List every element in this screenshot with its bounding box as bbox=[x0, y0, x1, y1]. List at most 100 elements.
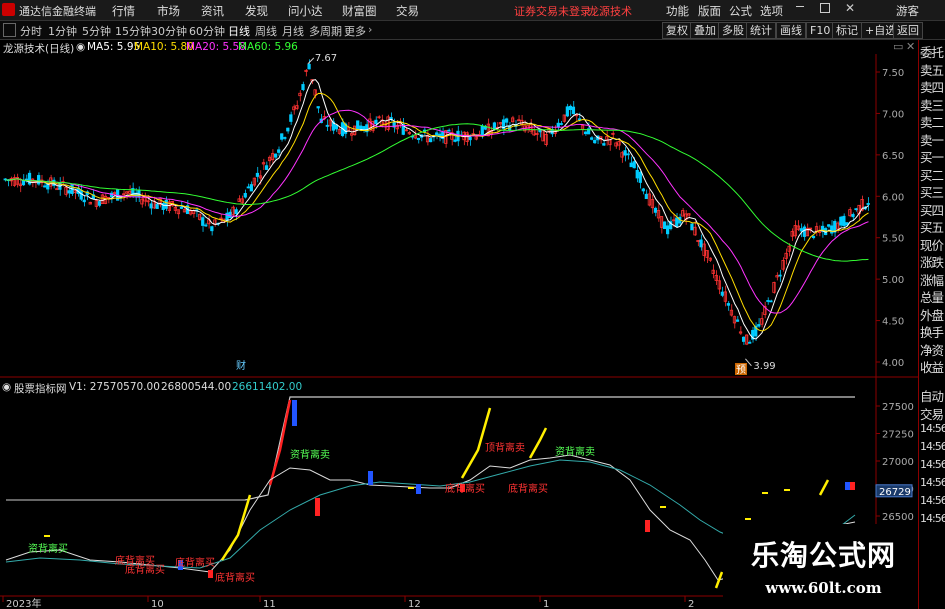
quote-field-4: 卖二 bbox=[920, 115, 944, 130]
v2-value: 26800544.00 bbox=[161, 381, 232, 393]
candle-body bbox=[583, 131, 588, 135]
adjust-button[interactable]: 复权 bbox=[662, 22, 692, 39]
chart-close-icon[interactable]: ✕ bbox=[906, 40, 915, 53]
settings-gear-icon[interactable]: ◉ bbox=[76, 41, 85, 53]
signal-bar bbox=[208, 570, 213, 578]
overlay-button[interactable]: 叠加 bbox=[690, 22, 720, 39]
quote-field-17: 净资 bbox=[920, 342, 944, 358]
menu-market[interactable]: 市场 bbox=[157, 3, 180, 19]
candle-body bbox=[374, 119, 378, 124]
stats-button[interactable]: 统计 bbox=[746, 22, 776, 39]
candle-body bbox=[204, 224, 208, 227]
menu-quotes[interactable]: 行情 bbox=[112, 3, 135, 19]
candle-body bbox=[590, 137, 594, 140]
candle-body bbox=[720, 291, 724, 296]
menu-news[interactable]: 资讯 bbox=[201, 3, 224, 19]
quote-field-13: 涨幅 bbox=[920, 272, 944, 288]
quote-field-8: 买三 bbox=[920, 185, 944, 200]
candle-body bbox=[827, 224, 831, 227]
candle-body bbox=[748, 341, 752, 344]
event-marker-finance: 财 bbox=[236, 359, 246, 372]
candle-body bbox=[662, 221, 667, 230]
period-5min[interactable]: 5分钟 bbox=[82, 23, 111, 39]
minimize-icon[interactable] bbox=[796, 6, 804, 7]
signal-label: 资背离卖 bbox=[555, 445, 595, 458]
chart-menu-icon[interactable]: ▭ bbox=[893, 40, 903, 53]
candle-body bbox=[492, 122, 497, 130]
period-monthly[interactable]: 月线 bbox=[282, 23, 304, 39]
candlestick-group bbox=[3, 59, 870, 346]
menu-layout[interactable]: 版面 bbox=[698, 3, 721, 19]
signal-dash bbox=[408, 487, 414, 489]
multistock-button[interactable]: 多股 bbox=[718, 22, 748, 39]
signal-label: 资背离卖 bbox=[290, 448, 330, 461]
period-1min[interactable]: 1分钟 bbox=[48, 23, 77, 39]
mark-button[interactable]: 标记 bbox=[832, 22, 862, 39]
period-more[interactable]: 更多 bbox=[344, 23, 366, 39]
signal-bar bbox=[292, 400, 297, 426]
period-timeshare[interactable]: 分时 bbox=[20, 23, 42, 39]
trade-field-1: 交易 bbox=[920, 407, 944, 422]
high-label: 7.67 bbox=[315, 53, 337, 64]
menu-formula[interactable]: 公式 bbox=[729, 3, 752, 19]
candle-body bbox=[593, 139, 597, 144]
candle-body bbox=[735, 319, 740, 322]
menu-function[interactable]: 功能 bbox=[666, 3, 689, 19]
candle-body bbox=[565, 106, 569, 117]
panel-toggle-icon[interactable] bbox=[3, 23, 16, 37]
candle-body bbox=[602, 143, 606, 146]
menu-discover[interactable]: 发现 bbox=[245, 3, 268, 19]
period-15min[interactable]: 15分钟 bbox=[115, 23, 151, 39]
candle-body bbox=[635, 170, 639, 179]
candle-body bbox=[559, 123, 563, 125]
candle-body bbox=[447, 129, 451, 132]
period-toolbar: 分时 1分钟 5分钟 15分钟 30分钟 60分钟 日线 周线 月线 多周期 更… bbox=[0, 21, 945, 40]
signal-label: 底背离买 bbox=[445, 482, 485, 495]
period-60min[interactable]: 60分钟 bbox=[189, 23, 225, 39]
more-chevron-icon[interactable]: › bbox=[368, 23, 372, 36]
xaxis-label: 2023年 bbox=[6, 597, 41, 609]
menu-trade[interactable]: 交易 bbox=[396, 3, 419, 19]
quote-field-11: 现价 bbox=[920, 237, 944, 253]
price-tick-label: 5.50 bbox=[882, 234, 904, 245]
price-tick-label: 4.50 bbox=[882, 317, 904, 328]
close-icon[interactable]: ✕ bbox=[845, 1, 855, 15]
period-30min[interactable]: 30分钟 bbox=[151, 23, 187, 39]
trade-field-2: 14:56 bbox=[920, 422, 945, 435]
sub-tick-label: 27000 bbox=[882, 457, 914, 468]
menu-options[interactable]: 选项 bbox=[760, 3, 783, 19]
candle-body bbox=[234, 209, 238, 215]
candle-body bbox=[453, 139, 457, 142]
f10-button[interactable]: F10 bbox=[806, 22, 835, 39]
maximize-icon[interactable] bbox=[820, 3, 830, 13]
signal-dash bbox=[44, 535, 50, 537]
candle-body bbox=[82, 199, 86, 203]
period-multi[interactable]: 多周期 bbox=[309, 23, 342, 39]
trade-field-7: 14:56 bbox=[920, 512, 945, 525]
candle-body bbox=[851, 214, 855, 218]
guest-button[interactable]: 游客 bbox=[896, 3, 919, 19]
login-status[interactable]: 证券交易未登录 bbox=[514, 3, 591, 19]
back-button[interactable]: 返回 bbox=[893, 22, 923, 39]
candle-body bbox=[325, 124, 329, 127]
candle-body bbox=[811, 235, 816, 239]
candle-body bbox=[690, 223, 694, 231]
quote-field-10: 买五 bbox=[920, 220, 944, 235]
indicator-name: 股票指标网 bbox=[14, 383, 67, 395]
candle-body bbox=[504, 118, 509, 123]
candle-body bbox=[699, 239, 703, 248]
period-weekly[interactable]: 周线 bbox=[255, 23, 277, 39]
candle-body bbox=[149, 203, 153, 209]
indicator-settings-icon[interactable]: ◉ bbox=[2, 381, 11, 393]
candle-body bbox=[830, 225, 834, 234]
sub-tick-label: 26500 bbox=[882, 512, 914, 523]
draw-button[interactable]: 画线 bbox=[776, 22, 806, 39]
menu-wealth[interactable]: 财富圈 bbox=[342, 3, 377, 19]
period-daily[interactable]: 日线 bbox=[228, 23, 250, 39]
menu-ask[interactable]: 问小达 bbox=[288, 3, 323, 19]
quote-field-0: 委托 bbox=[920, 45, 944, 60]
quote-field-14: 总量 bbox=[920, 290, 944, 305]
candle-body bbox=[429, 138, 433, 143]
title-bar: 通达信金融终端 行情 市场 资讯 发现 问小达 财富圈 交易 证券交易未登录 龙… bbox=[0, 0, 945, 21]
candle-body bbox=[556, 122, 560, 128]
